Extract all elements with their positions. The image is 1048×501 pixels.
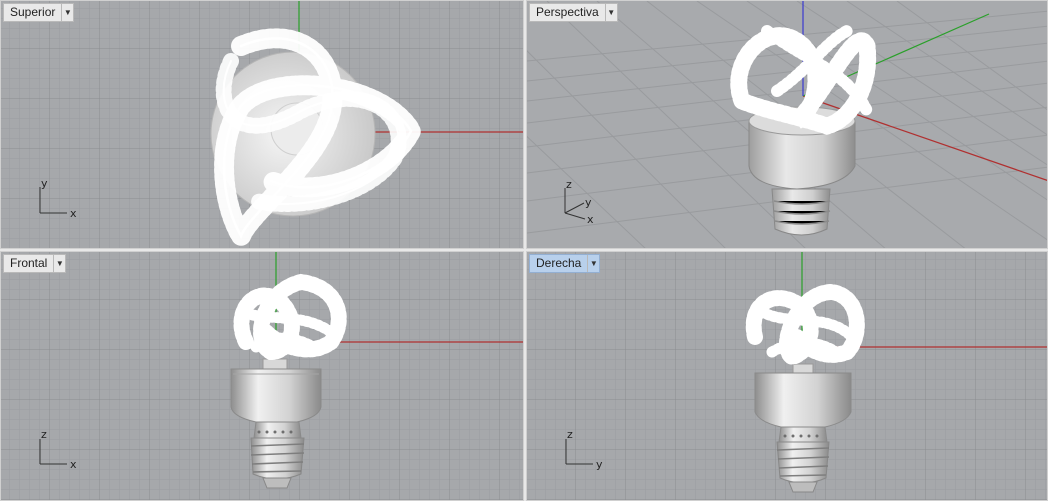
viewport-right[interactable]: z y Derecha ▼ [526, 251, 1048, 501]
right-viewport-canvas[interactable]: z y [527, 252, 1048, 501]
viewport-grid: y x Superior ▼ z y x Perspectiva ▼ z x F… [0, 0, 1048, 501]
front-viewport-canvas[interactable]: z x [1, 252, 524, 501]
viewport-title: Frontal [10, 256, 48, 270]
axis-label-z: z [41, 428, 47, 441]
viewport-title: Superior [10, 5, 56, 19]
triangle-down-icon[interactable]: ▼ [604, 4, 617, 21]
tab-viewport-front[interactable]: Frontal ▼ [3, 254, 67, 273]
axis-label-x: x [70, 207, 77, 220]
axis-label-x: x [70, 458, 77, 471]
top-viewport-canvas[interactable]: y x [1, 1, 524, 249]
viewport-title: Perspectiva [536, 5, 599, 19]
viewport-top[interactable]: y x Superior ▼ [0, 0, 524, 249]
triangle-down-icon[interactable]: ▼ [53, 255, 65, 272]
tab-viewport-perspective[interactable]: Perspectiva ▼ [529, 3, 618, 22]
axis-label-y: y [585, 196, 592, 209]
perspective-viewport-canvas[interactable]: z y x [527, 1, 1048, 249]
axis-label-y: y [41, 177, 48, 190]
triangle-down-icon[interactable]: ▼ [61, 4, 73, 21]
tab-viewport-right[interactable]: Derecha ▼ [529, 254, 601, 273]
triangle-down-icon[interactable]: ▼ [587, 255, 599, 272]
viewport-title: Derecha [536, 256, 582, 270]
axis-label-y: y [596, 458, 603, 471]
axis-label-x: x [587, 213, 594, 226]
viewport-front[interactable]: z x Frontal ▼ [0, 251, 524, 501]
tab-viewport-top[interactable]: Superior ▼ [3, 3, 75, 22]
axis-label-z: z [566, 178, 572, 191]
viewport-perspective[interactable]: z y x Perspectiva ▼ [526, 0, 1048, 249]
axis-label-z: z [567, 428, 573, 441]
